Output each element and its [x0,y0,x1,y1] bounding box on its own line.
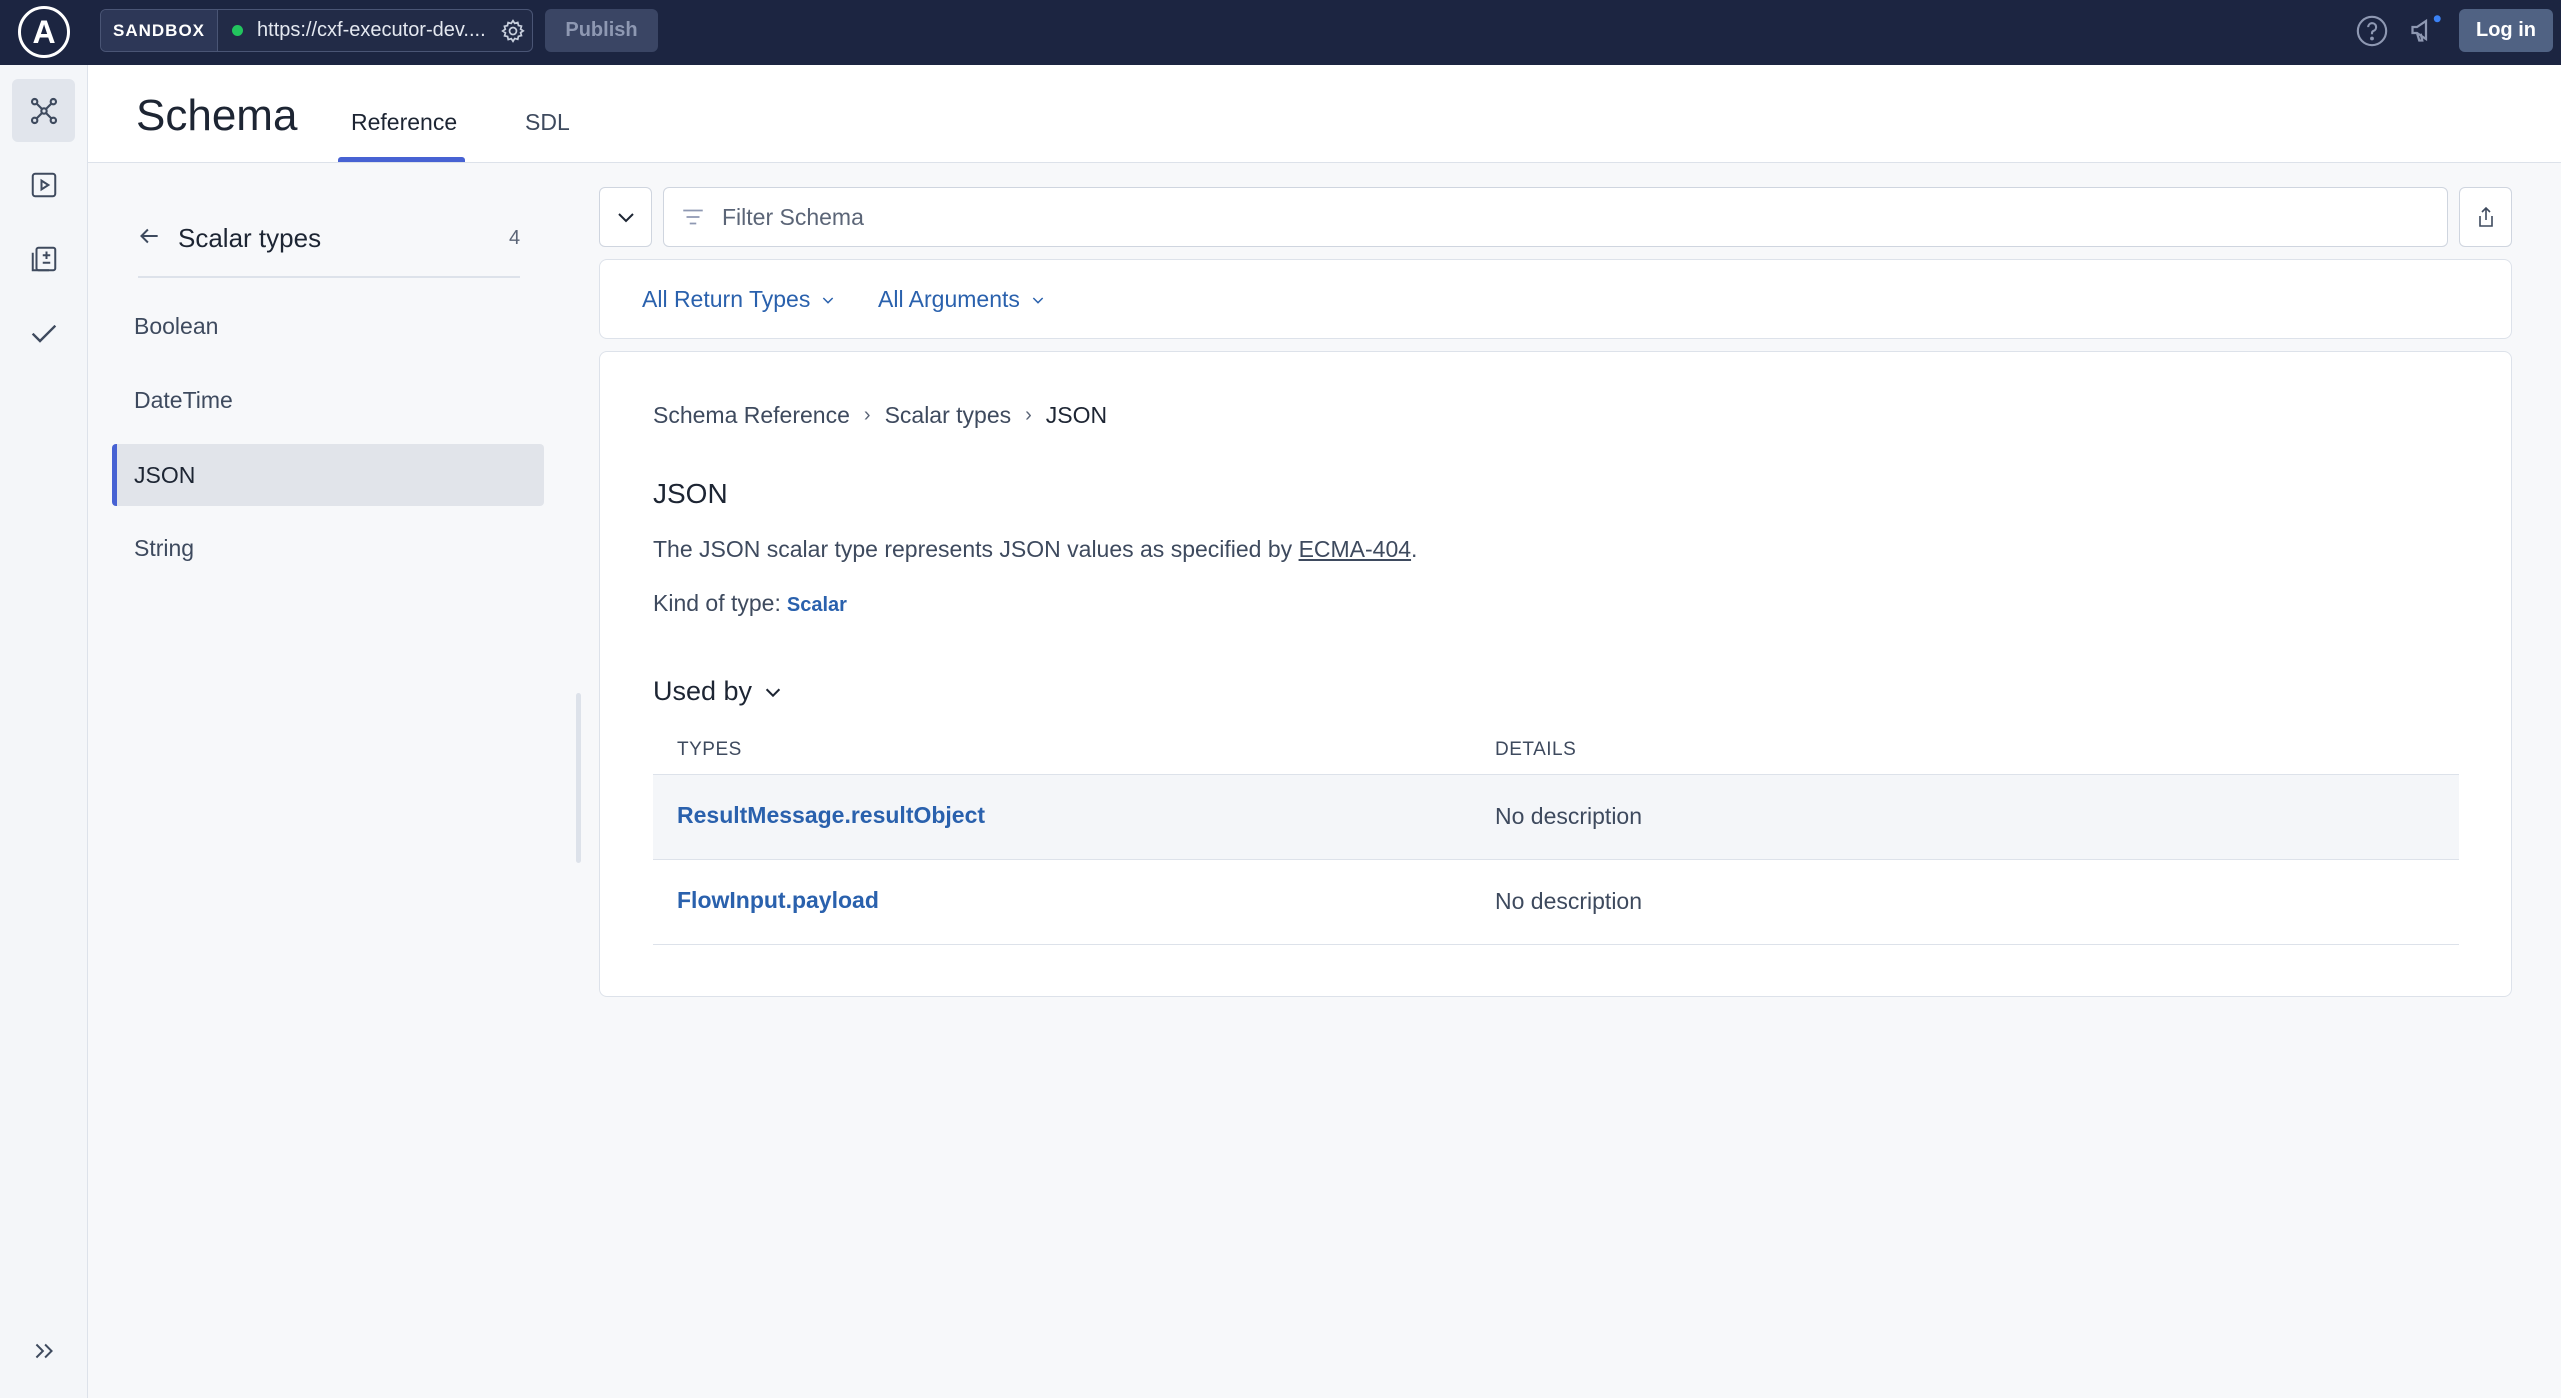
type-detail-card: Schema Reference › Scalar types › JSON J… [599,351,2512,997]
announcements-icon[interactable] [2408,12,2444,48]
kind-label: Kind of type: [653,590,781,616]
schema-graph-icon[interactable] [12,79,75,142]
type-details: No description [1495,888,1643,914]
sidebar-item-string[interactable]: String [112,517,544,579]
breadcrumb-schema-reference[interactable]: Schema Reference [653,402,850,429]
sidebar-item-json[interactable]: JSON [112,444,544,506]
export-button[interactable] [2459,187,2512,247]
description-suffix: . [1411,536,1418,562]
connection-status-dot [232,25,244,36]
breadcrumb-separator-icon: › [1025,404,1032,426]
description-text: The JSON scalar type represents JSON val… [653,536,1299,562]
arguments-label: All Arguments [878,286,1020,312]
column-header-types: TYPES [677,739,742,760]
top-bar: A SANDBOX https://cxf-executor-dev.... P… [0,0,2561,65]
chevron-down-icon [823,296,834,304]
back-arrow-icon[interactable] [136,223,166,253]
breadcrumb-current: JSON [1045,402,1108,428]
sidebar-divider [138,276,520,278]
used-by-table: TYPES DETAILS ResultMessage.resultObject… [653,733,2459,945]
tab-reference[interactable]: Reference [351,109,457,136]
share-export-icon [2478,206,2493,227]
filter-schema-input[interactable] [722,203,2322,231]
breadcrumb: Schema Reference › Scalar types › JSON [653,402,1107,429]
chevron-down-icon [765,688,781,697]
table-header-row: TYPES DETAILS [653,733,2459,775]
checks-icon[interactable] [12,301,75,364]
sidebar-title: Scalar types [178,223,322,253]
filter-dropdowns: All Return Types All Arguments [599,259,2512,339]
used-by-label: Used by [653,676,753,706]
table-row: FlowInput.payload No description [653,860,2459,945]
type-link[interactable]: FlowInput.payload [677,887,879,914]
page-title: Schema [136,91,298,140]
return-types-dropdown[interactable]: All Return Types [642,286,836,313]
sidebar-resize-handle[interactable] [576,693,581,863]
ecma-404-link[interactable]: ECMA-404 [1299,536,1411,562]
type-link[interactable]: ResultMessage.resultObject [677,802,985,829]
type-count: 4 [509,227,521,249]
page-header: Schema Reference SDL [88,65,2561,163]
breadcrumb-separator-icon: › [863,404,871,426]
gear-icon[interactable] [498,16,528,46]
kind-value-link[interactable]: Scalar [787,594,847,616]
table-row: ResultMessage.resultObject No descriptio… [653,775,2459,860]
collapse-sidebar-button[interactable] [599,187,652,247]
sidebar-item-datetime[interactable]: DateTime [112,369,544,431]
filter-schema-box[interactable] [663,187,2448,247]
logo-letter: A [32,13,56,50]
sandbox-badge: SANDBOX [101,10,219,51]
breadcrumb-scalar-types[interactable]: Scalar types [885,402,1012,429]
endpoint-url[interactable]: https://cxf-executor-dev.... [257,19,497,42]
kind-of-type: Kind of type: Scalar [653,590,847,617]
publish-button[interactable]: Publish [545,9,658,52]
expand-chevrons-icon[interactable] [12,1319,75,1382]
type-sidebar: Scalar types 4 Boolean DateTime JSON Str… [88,163,578,1398]
arguments-dropdown[interactable]: All Arguments [878,286,1046,313]
help-icon[interactable] [2355,14,2389,48]
sidebar-item-boolean[interactable]: Boolean [112,295,544,357]
active-tab-indicator [338,157,465,162]
return-types-label: All Return Types [642,286,811,312]
collections-icon[interactable] [12,227,75,290]
login-button[interactable]: Log in [2459,9,2553,52]
type-description: The JSON scalar type represents JSON val… [653,536,1417,563]
left-nav-rail [0,65,88,1398]
tab-sdl[interactable]: SDL [525,109,570,136]
type-details: No description [1495,803,1643,829]
filter-icon [683,209,703,225]
chevron-down-icon [617,213,634,223]
column-header-details: DETAILS [1495,739,1577,760]
explorer-play-icon[interactable] [12,153,75,216]
chevron-down-icon [1032,296,1044,304]
type-title: JSON [653,478,728,509]
used-by-toggle[interactable]: Used by [653,676,784,707]
apollo-logo-icon[interactable]: A [18,6,70,58]
endpoint-selector[interactable]: SANDBOX https://cxf-executor-dev.... [100,9,533,52]
